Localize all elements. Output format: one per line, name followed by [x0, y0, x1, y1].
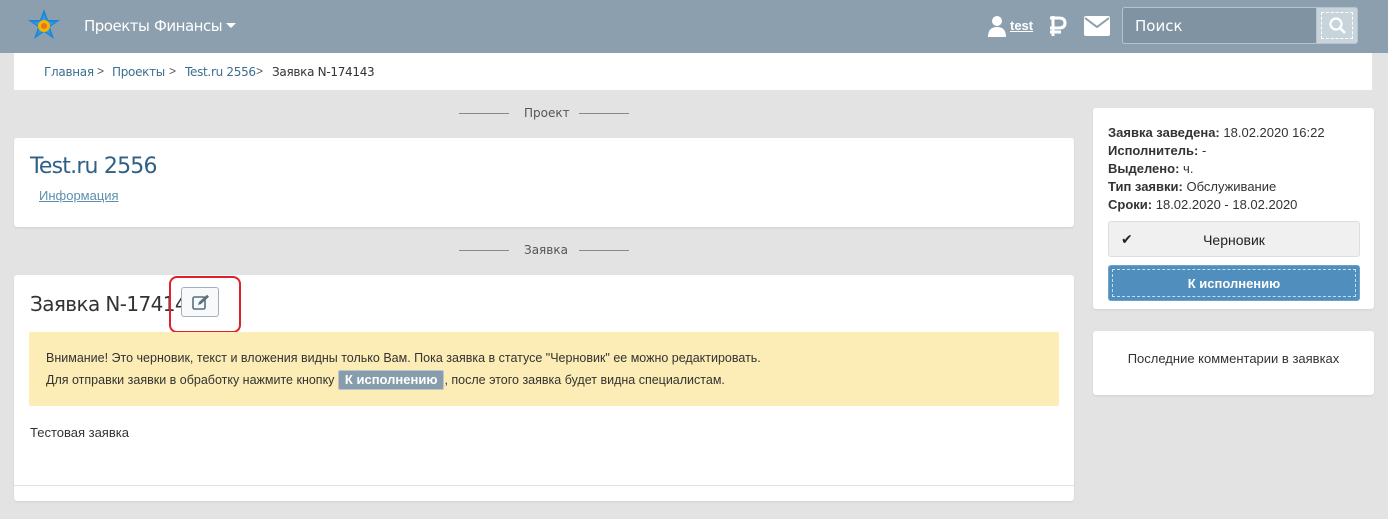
user-icon[interactable] — [988, 15, 1006, 37]
warning-text-line2-pre: Для отправки заявки в обработку нажмите … — [46, 373, 335, 387]
exec-button[interactable]: К исполнению — [1108, 265, 1360, 301]
meta-created-label: Заявка заведена: — [1108, 125, 1220, 140]
inline-exec-button[interactable]: К исполнению — [337, 370, 445, 390]
nav-finance-dropdown[interactable]: Финансы — [154, 17, 237, 35]
section-label-order: Заявка — [524, 243, 568, 257]
meta-allocated-value: ч. — [1183, 161, 1194, 176]
meta-type-value: Обслуживание — [1186, 179, 1277, 194]
edit-icon — [192, 294, 209, 310]
draft-warning: Внимание! Это черновик, текст и вложения… — [29, 332, 1059, 406]
breadcrumb-current: Заявка N-174143 — [272, 65, 375, 79]
search-input[interactable] — [1122, 7, 1316, 44]
meta-executor: Исполнитель: - — [1108, 143, 1206, 158]
order-details-panel: Заявка заведена: 18.02.2020 16:22 Исполн… — [1093, 108, 1374, 309]
warning-text-line2-post: , после этого заявка будет видна специал… — [444, 373, 725, 387]
section-divider-project: Проект — [459, 106, 629, 120]
logo-icon[interactable] — [26, 8, 62, 44]
divider-line — [459, 250, 509, 251]
mail-icon[interactable] — [1084, 16, 1110, 36]
nav-finance-label: Финансы — [154, 17, 223, 35]
meta-created-value: 18.02.2020 16:22 — [1223, 125, 1325, 140]
section-divider-order: Заявка — [459, 243, 629, 257]
meta-allocated: Выделено: ч. — [1108, 161, 1193, 176]
panel-divider — [14, 485, 1074, 486]
edit-order-button[interactable] — [181, 287, 219, 317]
top-navbar: Проекты Финансы test — [0, 0, 1388, 53]
search-button[interactable] — [1316, 7, 1358, 44]
meta-created: Заявка заведена: 18.02.2020 16:22 — [1108, 125, 1325, 140]
project-panel: Test.ru 2556 Информация — [14, 138, 1074, 227]
breadcrumb-home[interactable]: Главная — [44, 65, 94, 79]
meta-executor-label: Исполнитель: — [1108, 143, 1199, 158]
nav-projects-link[interactable]: Проекты — [84, 17, 150, 35]
status-draft-row[interactable]: ✔ Черновик — [1108, 221, 1360, 257]
meta-type-label: Тип заявки: — [1108, 179, 1183, 194]
search-icon — [1329, 17, 1346, 34]
comments-title: Последние комментарии в заявках — [1127, 351, 1340, 366]
breadcrumb-projects[interactable]: Проекты — [112, 65, 165, 79]
status-label: Черновик — [1203, 232, 1265, 248]
meta-deadline: Сроки: 18.02.2020 - 18.02.2020 — [1108, 197, 1297, 212]
meta-deadline-label: Сроки: — [1108, 197, 1153, 212]
user-name-link[interactable]: test — [1010, 18, 1033, 33]
divider-line — [459, 113, 509, 114]
breadcrumb-separator: > — [97, 64, 105, 78]
order-body-text: Тестовая заявка — [30, 425, 129, 440]
breadcrumb: Главная > Проекты > Test.ru 2556 > Заявк… — [14, 53, 1372, 90]
order-panel: Заявка N-174143 Внимание! Это черновик, … — [14, 275, 1074, 501]
breadcrumb-separator: > — [256, 64, 264, 78]
exec-button-label: К исполнению — [1187, 276, 1281, 291]
warning-text-line1: Внимание! Это черновик, текст и вложения… — [46, 351, 761, 365]
meta-deadline-value: 18.02.2020 - 18.02.2020 — [1155, 197, 1298, 212]
project-info-link[interactable]: Информация — [39, 188, 119, 203]
meta-type: Тип заявки: Обслуживание — [1108, 179, 1276, 194]
divider-line — [579, 250, 629, 251]
breadcrumb-project[interactable]: Test.ru 2556 — [185, 65, 256, 79]
meta-executor-value: - — [1201, 143, 1207, 158]
divider-line — [579, 113, 629, 114]
section-label-project: Проект — [524, 106, 570, 120]
project-title[interactable]: Test.ru 2556 — [30, 154, 157, 179]
breadcrumb-separator: > — [169, 64, 177, 78]
ruble-icon[interactable] — [1048, 14, 1068, 38]
caret-down-icon — [226, 23, 237, 28]
meta-allocated-label: Выделено: — [1108, 161, 1180, 176]
comments-panel: Последние комментарии в заявках — [1093, 331, 1374, 395]
